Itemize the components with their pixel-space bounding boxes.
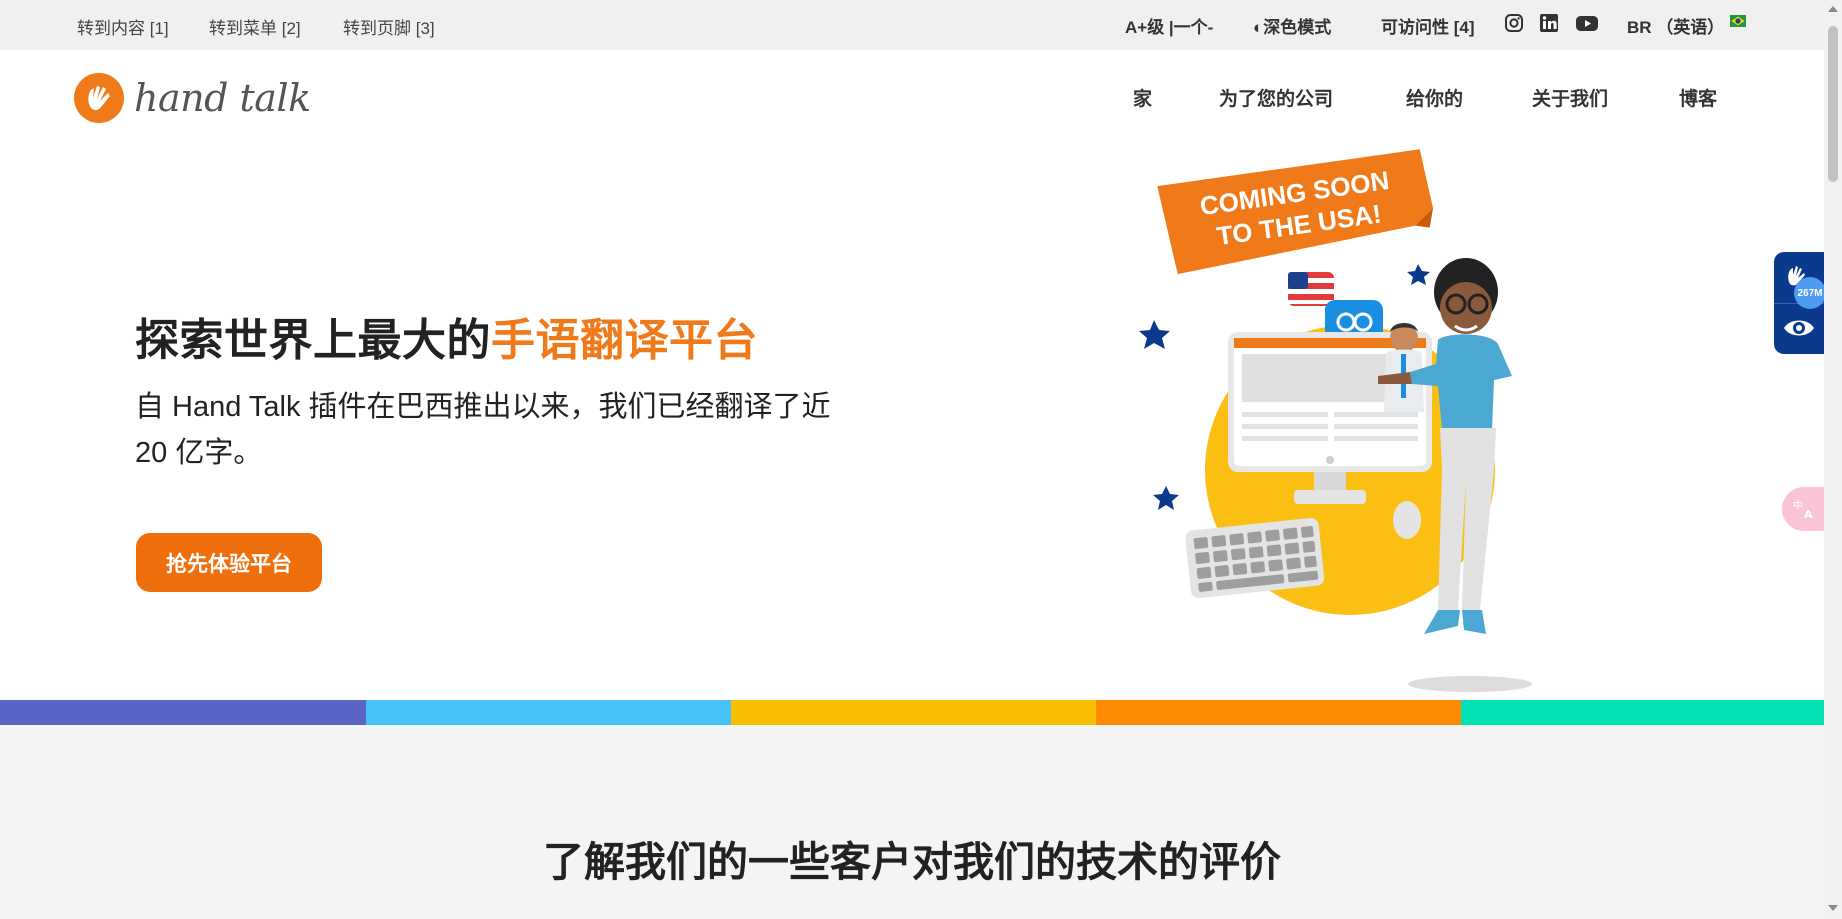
linkedin-icon[interactable]: [1539, 13, 1559, 33]
language-selector[interactable]: BR （英语）: [1627, 13, 1724, 38]
hand-logo-icon: [74, 73, 124, 123]
star-icon: [1407, 264, 1430, 285]
svg-text:A: A: [1804, 508, 1813, 520]
star-icon: [1139, 320, 1170, 349]
page: 转到内容 [1] 转到菜单 [2] 转到页脚 [3] A+级 |一个- ◐深色模…: [0, 0, 1842, 919]
instagram-icon[interactable]: [1504, 13, 1524, 33]
skip-to-footer-link[interactable]: 转到页脚 [3]: [343, 14, 435, 39]
stripe-segment: [1461, 700, 1824, 725]
hero-title-highlight: 手语翻译平台: [491, 316, 758, 365]
nav-for-companies[interactable]: 为了您的公司: [1219, 84, 1333, 111]
star-icon: [1153, 486, 1179, 510]
testimonials-section: [0, 725, 1824, 919]
youtube-icon[interactable]: [1575, 13, 1599, 33]
stripe-segment: [366, 700, 731, 725]
accessibility-link[interactable]: 可访问性 [4]: [1381, 13, 1475, 38]
font-size-control[interactable]: A+级 |一个-: [1125, 13, 1213, 38]
mouse: [1393, 501, 1421, 539]
scroll-up-arrow[interactable]: [1828, 6, 1838, 12]
svg-text:中: 中: [1793, 499, 1803, 512]
skip-to-menu-link[interactable]: 转到菜单 [2]: [209, 14, 301, 39]
translate-button[interactable]: 中 A: [1782, 487, 1828, 531]
hero-title: 探索世界上最大的手语翻译平台: [135, 304, 758, 368]
nav-blog[interactable]: 博客: [1679, 84, 1717, 111]
hero-title-plain: 探索世界上最大的: [135, 316, 491, 365]
hero-illustration: COMING SOON TO THE USA!: [1139, 149, 1532, 692]
brazil-flag-icon[interactable]: [1730, 15, 1746, 27]
translate-icon: 中 A: [1793, 499, 1813, 520]
stripe-segment: [731, 700, 1096, 725]
nav-home[interactable]: 家: [1133, 84, 1152, 111]
top-utility-bar: 转到内容 [1] 转到菜单 [2] 转到页脚 [3] A+级 |一个- ◐深色模…: [0, 0, 1824, 50]
dark-mode-toggle[interactable]: ◐深色模式: [1253, 13, 1331, 38]
logo-wordmark: hand talk: [134, 76, 311, 120]
nav-for-you[interactable]: 给你的: [1406, 84, 1463, 111]
scroll-thumb[interactable]: [1828, 26, 1838, 182]
skip-to-content-link[interactable]: 转到内容 [1]: [77, 14, 169, 39]
hand-talk-logo[interactable]: hand talk: [74, 73, 311, 123]
early-access-button[interactable]: 抢先体验平台: [136, 533, 322, 592]
testimonials-title: 了解我们的一些客户对我们的技术的评价: [543, 839, 1281, 885]
nav-about-us[interactable]: 关于我们: [1532, 84, 1608, 111]
hero-subtitle: 自 Hand Talk 插件在巴西推出以来，我们已经翻译了近 20 亿字。: [135, 391, 831, 469]
eye-icon[interactable]: [1782, 314, 1816, 342]
keyboard: [1185, 517, 1325, 599]
stripe-segment: [0, 700, 366, 725]
coming-soon-banner: COMING SOON TO THE USA!: [1157, 149, 1434, 275]
vertical-scrollbar[interactable]: [1824, 0, 1842, 919]
usage-count-badge: 267M: [1794, 277, 1826, 309]
stripe-segment: [1096, 700, 1461, 725]
scroll-down-arrow[interactable]: [1828, 905, 1838, 911]
